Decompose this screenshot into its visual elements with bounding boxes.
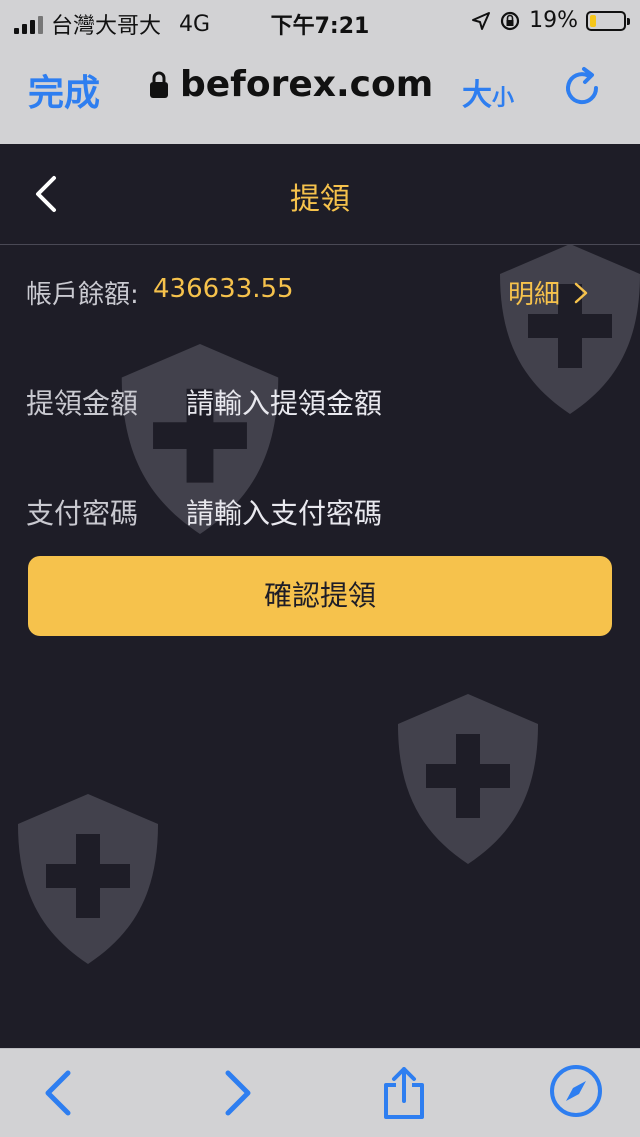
reload-icon[interactable] (560, 66, 604, 110)
shield-icon (18, 794, 158, 964)
text-size-small: 小 (492, 86, 515, 111)
browser-forward-icon[interactable] (212, 1067, 260, 1119)
url-text[interactable]: beforex.com (180, 64, 433, 105)
detail-label: 明細 (508, 280, 561, 310)
location-icon (472, 11, 491, 30)
status-bar: 台灣大哥大 4G 下午7:21 19% (0, 0, 640, 44)
battery-percent: 19% (529, 8, 578, 33)
compass-icon[interactable] (548, 1063, 604, 1119)
text-size-button[interactable]: 大小 (462, 70, 514, 114)
browser-back-icon[interactable] (36, 1067, 84, 1119)
balance-value: 436633.55 (153, 274, 294, 304)
text-size-big: 大 (462, 78, 492, 113)
lock-icon (150, 71, 168, 98)
chevron-right-icon (574, 282, 588, 303)
page-title: 提領 (290, 182, 350, 217)
amount-input[interactable]: 請輸入提領金額 (186, 382, 606, 422)
password-input[interactable]: 請輸入支付密碼 (186, 492, 606, 532)
password-label: 支付密碼 (26, 497, 139, 530)
confirm-withdraw-button[interactable]: 確認提領 (28, 556, 612, 636)
browser-url-bar: 完成 beforex.com 大小 (0, 44, 640, 144)
shield-icon (398, 694, 538, 864)
withdraw-page: 提領 帳戶餘額: 436633.55 明細 提領金額 請輸入提領金額 支付密碼 … (0, 144, 640, 1048)
detail-link[interactable]: 明細 (508, 274, 588, 311)
rotation-lock-icon (500, 11, 520, 30)
browser-toolbar (0, 1048, 640, 1137)
balance-label: 帳戶餘額: (26, 280, 139, 310)
battery-icon (586, 10, 630, 31)
done-button[interactable]: 完成 (28, 64, 100, 116)
share-icon[interactable] (380, 1067, 428, 1119)
nav-bar: 提領 (0, 144, 640, 245)
amount-label: 提領金額 (26, 387, 139, 420)
